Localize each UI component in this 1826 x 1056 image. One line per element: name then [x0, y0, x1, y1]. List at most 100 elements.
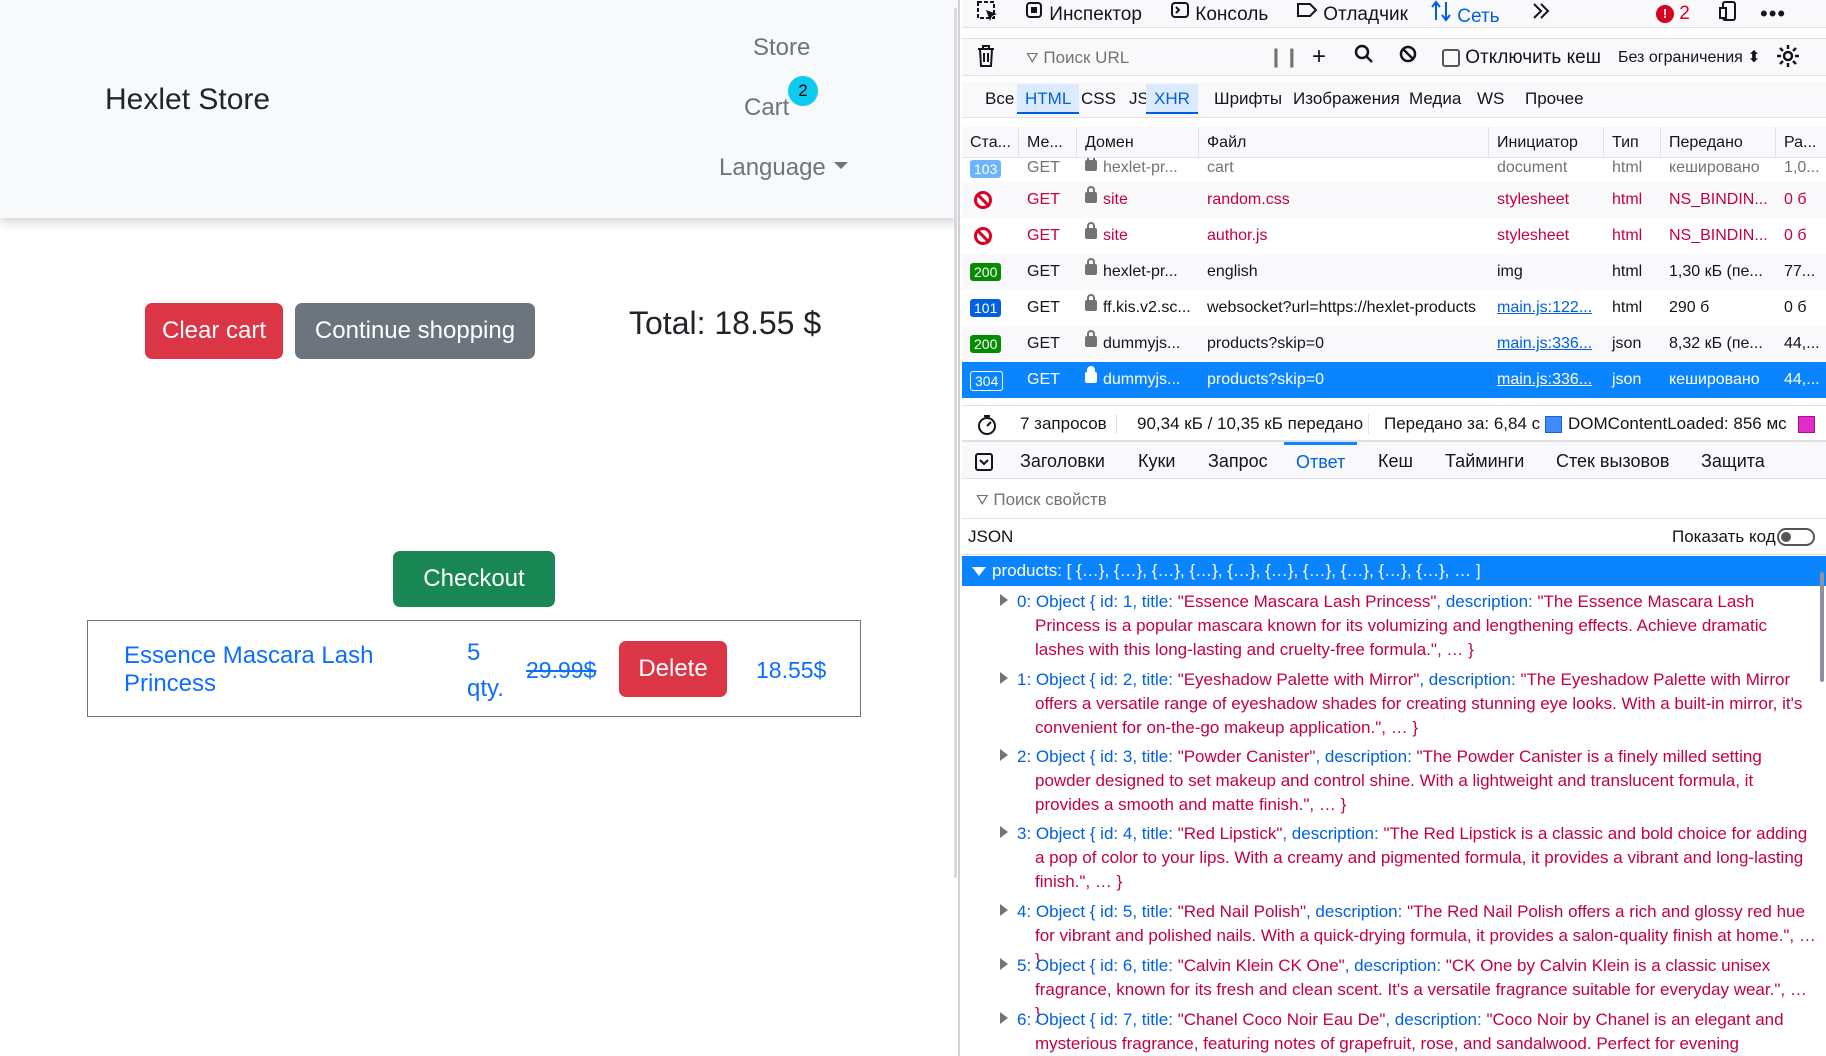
- col-transferred[interactable]: Передано: [1661, 127, 1776, 158]
- expand-arrow-icon[interactable]: [1000, 1012, 1008, 1024]
- col-file[interactable]: Файл: [1199, 127, 1489, 158]
- json-array-item[interactable]: 4: Object { id: 5, title: "Red Nail Poli…: [962, 896, 1826, 969]
- error-count[interactable]: ! 2: [1656, 0, 1690, 27]
- nav-store-link[interactable]: Store: [753, 34, 810, 62]
- settings-gear-icon[interactable]: [1776, 44, 1800, 71]
- type-ws[interactable]: WS: [1469, 84, 1512, 114]
- type-html[interactable]: HTML: [1017, 84, 1080, 114]
- type-fonts[interactable]: Шрифты: [1206, 84, 1290, 114]
- type-xhr[interactable]: XHR: [1146, 84, 1198, 114]
- tab-request[interactable]: Запрос: [1208, 442, 1268, 480]
- expand-arrow-icon[interactable]: [1000, 672, 1008, 684]
- json-scrollbar[interactable]: [1820, 572, 1824, 682]
- col-initiator[interactable]: Инициатор: [1489, 127, 1604, 158]
- checkout-button[interactable]: Checkout: [393, 551, 555, 607]
- tab-console[interactable]: Консоль: [1170, 0, 1268, 27]
- delete-item-button[interactable]: Delete: [619, 641, 727, 697]
- json-products-node[interactable]: products: [ {…}, {…}, {…}, {…}, {…}, {…}…: [962, 556, 1826, 586]
- cart-item-row: Essence Mascara Lash Princess 5 qty. 29.9…: [87, 620, 861, 717]
- page-scrollbar[interactable]: [954, 8, 957, 878]
- col-type[interactable]: Тип: [1604, 127, 1661, 158]
- json-index: 2:: [1017, 747, 1032, 766]
- type-images[interactable]: Изображения: [1285, 84, 1408, 114]
- panel-toggle-icon[interactable]: [974, 442, 994, 480]
- tab-response[interactable]: Ответ: [1284, 442, 1358, 480]
- devtools-panel: Инспектор Консоль Отладчик Сеть ! 2 ••• …: [962, 0, 1826, 1056]
- tab-stack-trace[interactable]: Стек вызовов: [1556, 442, 1669, 480]
- responsive-mode-icon[interactable]: [1718, 0, 1740, 27]
- initiator-link[interactable]: main.js:122...: [1497, 299, 1592, 316]
- json-array-item[interactable]: 0: Object { id: 1, title: "Essence Masca…: [962, 586, 1826, 664]
- json-item-text: 0: Object { id: 1, title: "Essence Masca…: [1017, 590, 1817, 662]
- json-array-item[interactable]: 3: Object { id: 4, title: "Red Lipstick"…: [962, 818, 1826, 896]
- json-index: 5:: [1017, 956, 1032, 975]
- table-row[interactable]: 200 GET dummyjs... products?skip=0 main.…: [962, 326, 1826, 362]
- more-options-icon[interactable]: •••: [1760, 0, 1786, 27]
- expand-arrow-icon[interactable]: [1000, 594, 1008, 606]
- type-css[interactable]: CSS: [1073, 84, 1124, 114]
- table-row[interactable]: 200 GET hexlet-pr... english img html 1,…: [962, 254, 1826, 290]
- initiator-link[interactable]: main.js:336...: [1497, 371, 1592, 388]
- tab-security[interactable]: Защита: [1701, 442, 1765, 480]
- tab-inspector[interactable]: Инспектор: [1024, 0, 1142, 27]
- initiator-link[interactable]: main.js:336...: [1497, 335, 1592, 352]
- expand-arrow-icon[interactable]: [1000, 749, 1008, 761]
- status-cell: 304: [962, 362, 1004, 398]
- type-other[interactable]: Прочее: [1517, 84, 1592, 114]
- table-row-selected[interactable]: 304 GET dummyjs... products?skip=0 main.…: [962, 362, 1826, 398]
- expand-arrow-icon[interactable]: [1000, 826, 1008, 838]
- pause-icon[interactable]: ❙❙: [1268, 44, 1300, 71]
- json-array-item[interactable]: 2: Object { id: 3, title: "Powder Canist…: [962, 741, 1826, 819]
- domain-text: hexlet-pr...: [1103, 159, 1178, 176]
- url-filter[interactable]: ⛛ Поиск URL: [1026, 44, 1129, 71]
- domain-cell: hexlet-pr...: [1077, 254, 1199, 290]
- brand-link[interactable]: Hexlet Store: [105, 83, 270, 117]
- property-filter-input[interactable]: ⛛ Поиск свойств: [976, 482, 1107, 518]
- col-domain[interactable]: Домен: [1077, 127, 1199, 158]
- language-dropdown[interactable]: Language: [719, 154, 848, 182]
- clear-cart-button[interactable]: Clear cart: [145, 303, 283, 359]
- json-array-item[interactable]: 6: Object { id: 7, title: "Chanel Coco N…: [962, 1004, 1826, 1056]
- continue-shopping-button[interactable]: Continue shopping: [295, 303, 535, 359]
- file-cell: products?skip=0: [1207, 371, 1324, 388]
- more-tabs-icon[interactable]: [1530, 0, 1552, 27]
- tab-timings[interactable]: Тайминги: [1445, 442, 1524, 480]
- table-row[interactable]: 101 GET ff.kis.v2.sc... websocket?url=ht…: [962, 290, 1826, 326]
- col-status[interactable]: Ста...: [962, 127, 1019, 158]
- tab-cache[interactable]: Кеш: [1378, 442, 1413, 480]
- devtools-splitter[interactable]: [958, 0, 960, 1056]
- expand-arrow-icon[interactable]: [1000, 958, 1008, 970]
- disable-cache-checkbox[interactable]: Отключить кеш: [1442, 44, 1601, 71]
- status-cell: 200: [962, 326, 1002, 362]
- show-code-toggle[interactable]: [1777, 528, 1815, 546]
- size-cell: 44,...: [1784, 371, 1820, 388]
- nav-cart-link[interactable]: Cart: [744, 94, 789, 122]
- json-array-item[interactable]: 5: Object { id: 6, title: "Calvin Klein …: [962, 950, 1826, 1023]
- search-icon[interactable]: [1354, 44, 1374, 71]
- debugger-icon: [1296, 0, 1318, 28]
- url-filter-placeholder: Поиск URL: [1043, 48, 1130, 67]
- cart-item-title[interactable]: Essence Mascara Lash Princess: [124, 642, 384, 698]
- trash-icon[interactable]: [976, 44, 996, 71]
- property-filter[interactable]: ⛛ Поиск свойств: [962, 481, 1826, 519]
- tab-cookies[interactable]: Куки: [1138, 442, 1175, 480]
- table-row[interactable]: GET site random.css stylesheet html NS_B…: [962, 182, 1826, 218]
- type-media[interactable]: Медиа: [1401, 84, 1469, 114]
- tab-network[interactable]: Сеть: [1430, 0, 1500, 27]
- col-method[interactable]: Ме...: [1019, 127, 1077, 158]
- tab-inspector-label: Инспектор: [1049, 4, 1142, 25]
- type-all[interactable]: Все: [977, 84, 1022, 114]
- json-array-item[interactable]: 1: Object { id: 2, title: "Eyeshadow Pal…: [962, 664, 1826, 742]
- pick-element-icon[interactable]: [976, 0, 1000, 27]
- throttle-select[interactable]: Без ограничения ⬍: [1618, 44, 1761, 71]
- table-row[interactable]: 103 GET hexlet-pr... cart document html …: [962, 158, 1826, 182]
- block-icon[interactable]: [1398, 44, 1418, 71]
- expand-arrow-icon[interactable]: [1000, 904, 1008, 916]
- col-size[interactable]: Ра...: [1776, 127, 1826, 158]
- table-row[interactable]: GET site author.js stylesheet html NS_BI…: [962, 218, 1826, 254]
- domain-cell: dummyjs...: [1077, 326, 1199, 362]
- tab-debugger[interactable]: Отладчик: [1296, 0, 1408, 27]
- web-page: Hexlet Store Store Cart 2 Language Clear…: [0, 0, 958, 1056]
- tab-headers[interactable]: Заголовки: [1020, 442, 1105, 480]
- add-icon[interactable]: +: [1312, 43, 1326, 70]
